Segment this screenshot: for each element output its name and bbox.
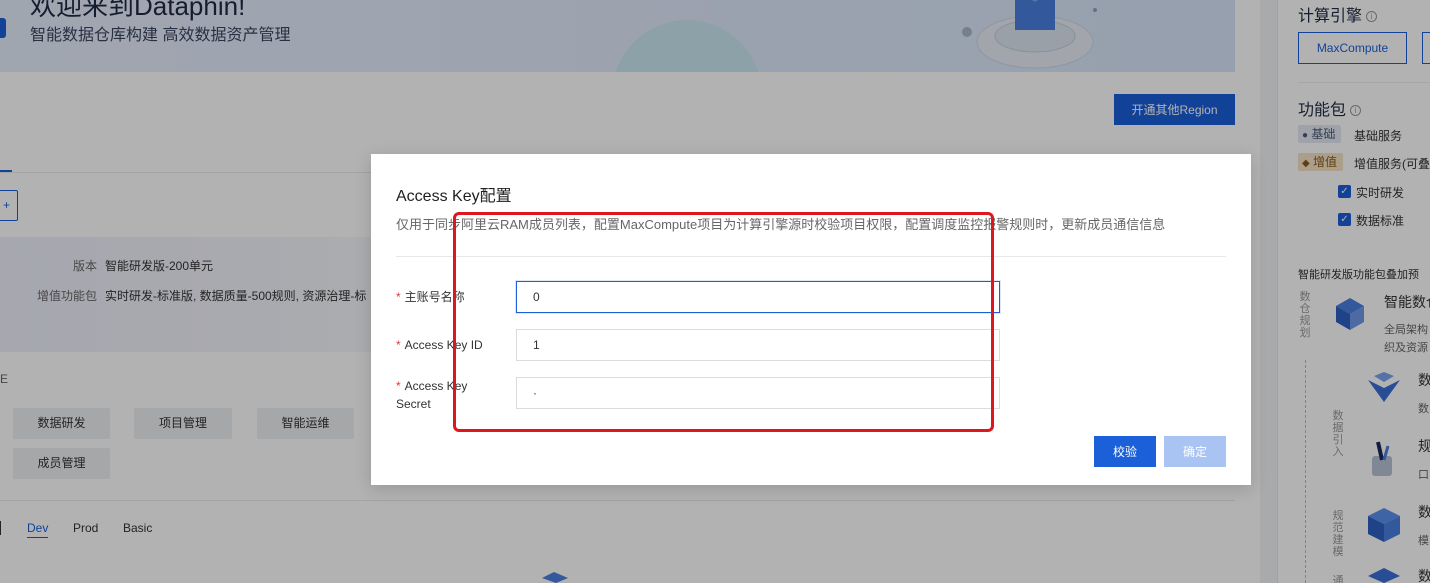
required-mark: * bbox=[396, 379, 401, 393]
required-mark: * bbox=[396, 338, 401, 352]
dialog-title: Access Key配置 bbox=[396, 188, 512, 205]
access-key-dialog: Access Key配置 仅用于同步阿里云RAM成员列表，配置MaxComput… bbox=[371, 154, 1251, 485]
annotation-highlight-box bbox=[453, 212, 994, 432]
verify-button[interactable]: 校验 bbox=[1094, 436, 1156, 467]
confirm-button[interactable]: 确定 bbox=[1164, 436, 1226, 467]
required-mark: * bbox=[396, 290, 401, 304]
